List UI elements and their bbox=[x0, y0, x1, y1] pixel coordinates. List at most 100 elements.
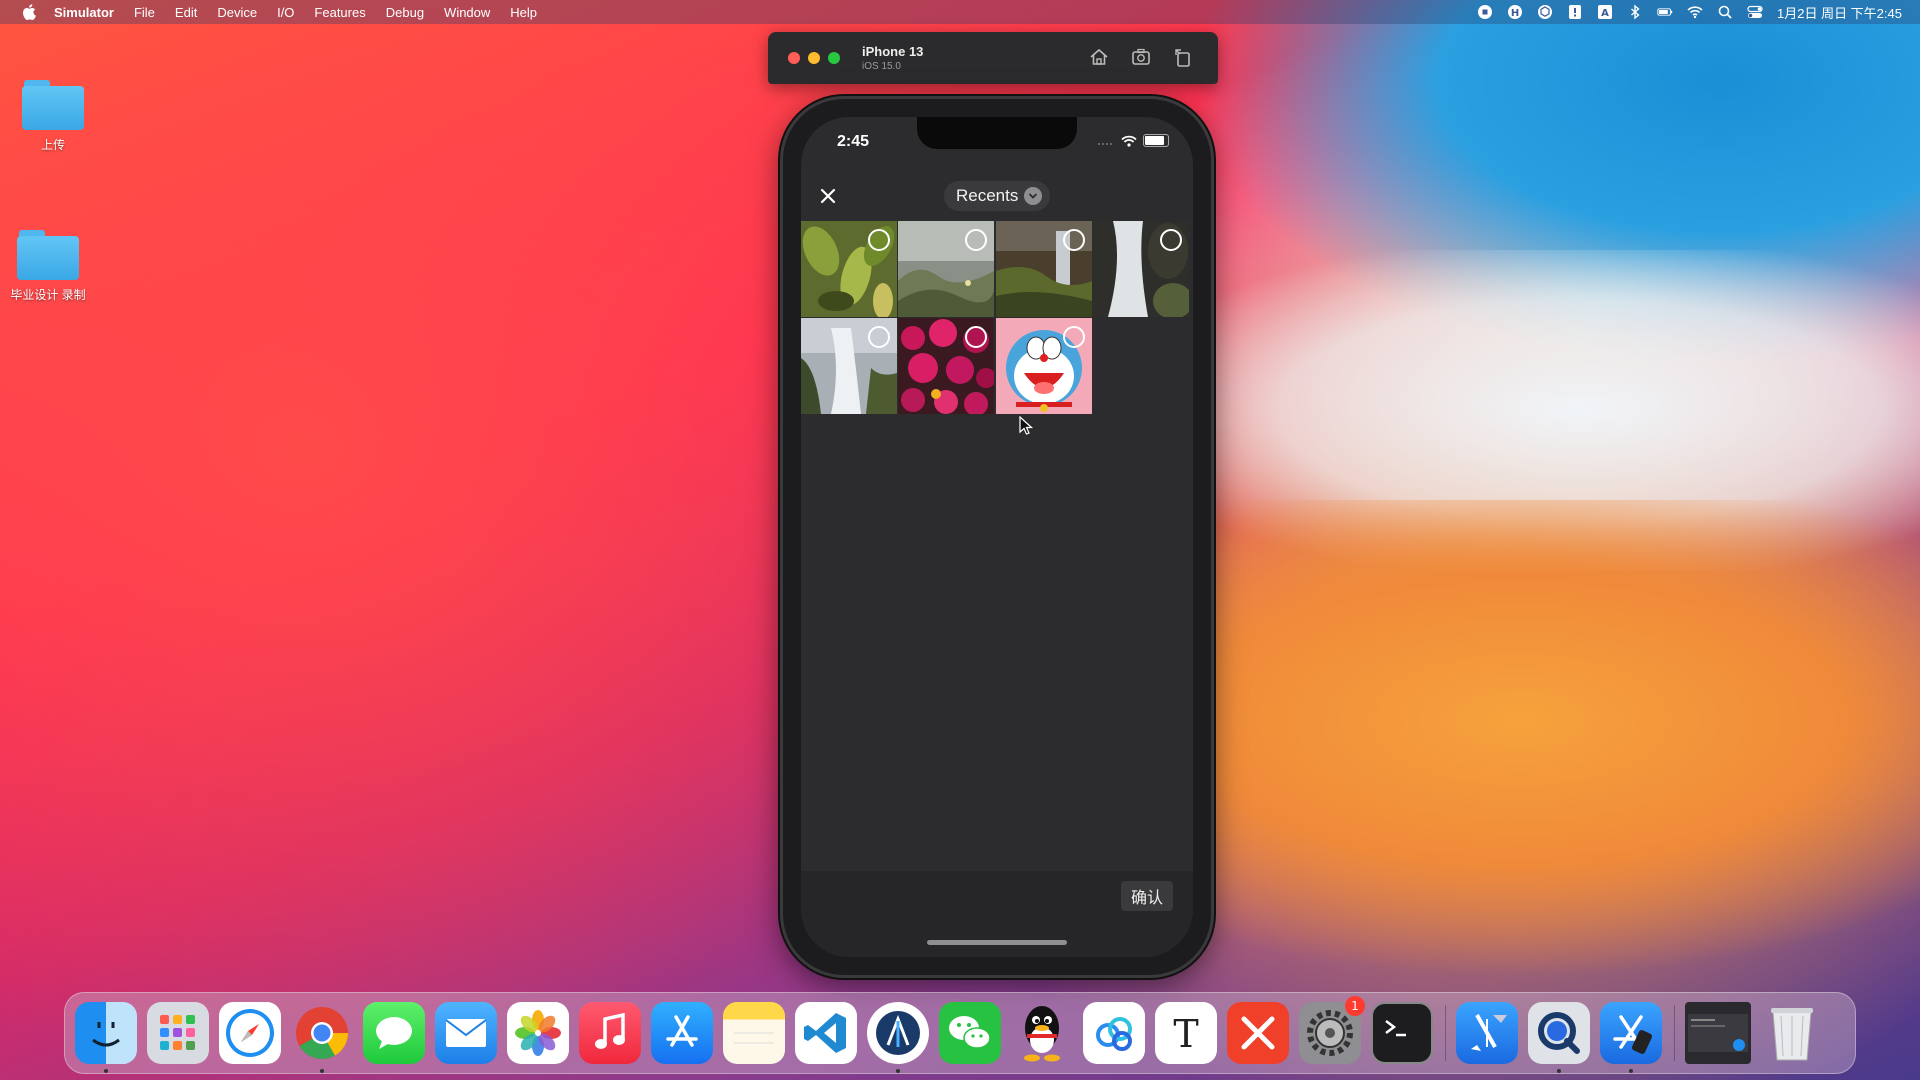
dock-finder[interactable] bbox=[75, 1002, 137, 1073]
instruments-icon bbox=[876, 1011, 920, 1055]
wifi-icon[interactable] bbox=[1687, 4, 1703, 20]
menu-file[interactable]: File bbox=[134, 5, 155, 20]
rotate-icon[interactable] bbox=[1172, 46, 1194, 68]
screenshot-icon[interactable] bbox=[1130, 46, 1152, 68]
simulator-icon bbox=[1613, 1015, 1653, 1054]
dock-chrome[interactable] bbox=[291, 1002, 353, 1073]
dock-simulator[interactable] bbox=[1600, 1002, 1662, 1073]
phone-screen: 2:45 Recents 确认 bbox=[801, 117, 1193, 957]
dock-messages[interactable] bbox=[363, 1002, 425, 1064]
photo-thumbnail-leaves[interactable] bbox=[801, 221, 897, 317]
menu-debug[interactable]: Debug bbox=[386, 5, 424, 20]
svg-text:T: T bbox=[1173, 1012, 1198, 1055]
menu-features[interactable]: Features bbox=[314, 5, 365, 20]
photo-thumbnail-waterfall-mist[interactable] bbox=[801, 318, 897, 415]
cellular-icon bbox=[1098, 142, 1112, 145]
dock-separator bbox=[1445, 1005, 1446, 1061]
photo-thumbnail-waterfall-rocks[interactable] bbox=[1092, 221, 1189, 317]
dock-launchpad[interactable] bbox=[147, 1002, 209, 1064]
dock-xcode[interactable] bbox=[1456, 1002, 1518, 1064]
bluetooth-icon[interactable] bbox=[1627, 4, 1643, 20]
desktop-folder-upload[interactable]: 上传 bbox=[8, 80, 98, 153]
photo-select-circle[interactable] bbox=[1062, 229, 1085, 251]
dock-photos[interactable] bbox=[507, 1002, 569, 1064]
dock-app-store[interactable] bbox=[651, 1002, 713, 1064]
dock-screen-recording-window[interactable] bbox=[1685, 1002, 1751, 1064]
dock-system-preferences[interactable]: 1 bbox=[1299, 996, 1365, 1064]
notification-badge: 1 bbox=[1345, 996, 1365, 1016]
photo-thumbnail-pink-flowers[interactable] bbox=[898, 318, 995, 415]
home-indicator[interactable] bbox=[927, 940, 1067, 945]
menu-window[interactable]: Window bbox=[444, 5, 490, 20]
close-window-button[interactable] bbox=[788, 52, 800, 64]
cube-icon[interactable] bbox=[1537, 4, 1553, 20]
photos-icon bbox=[515, 1010, 561, 1056]
dock-typora[interactable]: T bbox=[1155, 1002, 1217, 1064]
simulator-os-version: iOS 15.0 bbox=[862, 61, 901, 72]
wechat-icon bbox=[949, 1016, 991, 1049]
trash-icon bbox=[1771, 1008, 1813, 1061]
launchpad-icon bbox=[160, 1015, 195, 1050]
dock-wechat[interactable] bbox=[939, 1002, 1001, 1064]
svg-text:H: H bbox=[1511, 8, 1519, 19]
menu-device[interactable]: Device bbox=[217, 5, 257, 20]
dock-xcode-instruments[interactable] bbox=[867, 1002, 929, 1073]
dock-safari[interactable] bbox=[219, 1002, 281, 1064]
dock-xmind[interactable] bbox=[1227, 1002, 1289, 1064]
battery-icon[interactable] bbox=[1657, 4, 1673, 20]
dock-baidu-netdisk[interactable] bbox=[1083, 1002, 1145, 1064]
phone-wifi-icon bbox=[1121, 135, 1137, 147]
menu-io[interactable]: I/O bbox=[277, 5, 294, 20]
photo-thumbnail-grass[interactable] bbox=[898, 221, 995, 317]
dock-trash[interactable] bbox=[1761, 1002, 1823, 1064]
finder-icon bbox=[92, 1022, 120, 1047]
dock-separator bbox=[1674, 1005, 1675, 1061]
phone-status-time: 2:45 bbox=[837, 133, 870, 150]
desktop-folder-graduation-recording[interactable]: 毕业设计 录制 bbox=[3, 230, 93, 303]
menu-edit[interactable]: Edit bbox=[175, 5, 197, 20]
phone-battery-icon bbox=[1143, 134, 1169, 147]
cloud-icon bbox=[1096, 1017, 1132, 1051]
dock-music[interactable] bbox=[579, 1002, 641, 1064]
photo-select-circle[interactable] bbox=[1062, 326, 1085, 349]
iphone-frame: 2:45 Recents 确认 bbox=[780, 96, 1214, 978]
notification-icon[interactable] bbox=[1567, 4, 1583, 20]
menu-help[interactable]: Help bbox=[510, 5, 537, 20]
photo-select-circle[interactable] bbox=[1159, 229, 1182, 251]
dock-terminal[interactable] bbox=[1371, 1002, 1433, 1064]
minimize-window-button[interactable] bbox=[808, 52, 820, 64]
folder-icon bbox=[22, 80, 84, 130]
confirm-button[interactable]: 确认 bbox=[1120, 881, 1173, 911]
photo-select-circle[interactable] bbox=[868, 229, 890, 251]
mouse-cursor-icon bbox=[1019, 416, 1033, 435]
qq-penguin-icon bbox=[1024, 1006, 1060, 1062]
music-icon bbox=[595, 1013, 625, 1049]
zoom-window-button[interactable] bbox=[828, 52, 840, 64]
close-picker-button[interactable] bbox=[815, 183, 841, 209]
dock-vscode[interactable] bbox=[795, 1002, 857, 1064]
dock-qq[interactable] bbox=[1011, 1002, 1073, 1064]
input-method-icon[interactable]: A bbox=[1597, 4, 1613, 20]
spotlight-search-icon[interactable] bbox=[1717, 4, 1733, 20]
menu-app-name[interactable]: Simulator bbox=[54, 5, 114, 20]
messages-icon bbox=[376, 1017, 412, 1049]
simulator-title-bar[interactable]: iPhone 13 iOS 15.0 bbox=[768, 32, 1218, 84]
apple-icon[interactable] bbox=[22, 4, 36, 20]
menubar-clock[interactable]: 1月2日 周日 下午2:45 bbox=[1777, 3, 1902, 22]
h-app-icon[interactable]: H bbox=[1507, 4, 1523, 20]
dock-quicktime[interactable] bbox=[1528, 1002, 1590, 1073]
album-selector-button[interactable]: Recents bbox=[944, 181, 1051, 211]
home-icon[interactable] bbox=[1088, 46, 1110, 68]
simulator-device-name: iPhone 13 bbox=[862, 44, 924, 59]
xmind-icon bbox=[1241, 1016, 1275, 1050]
window-thumbnail-icon bbox=[1688, 1014, 1748, 1052]
chrome-icon bbox=[296, 1007, 348, 1059]
dock-mail[interactable] bbox=[435, 1002, 497, 1064]
dock-notes[interactable] bbox=[723, 1002, 785, 1064]
control-center-icon[interactable] bbox=[1747, 4, 1763, 20]
notes-icon bbox=[734, 1032, 774, 1044]
photo-thumbnail-doraemon[interactable] bbox=[995, 318, 1092, 415]
photo-thumbnail-waterfall-cliff[interactable] bbox=[995, 221, 1092, 317]
svg-text:A: A bbox=[1601, 8, 1609, 19]
record-icon[interactable] bbox=[1477, 4, 1493, 20]
